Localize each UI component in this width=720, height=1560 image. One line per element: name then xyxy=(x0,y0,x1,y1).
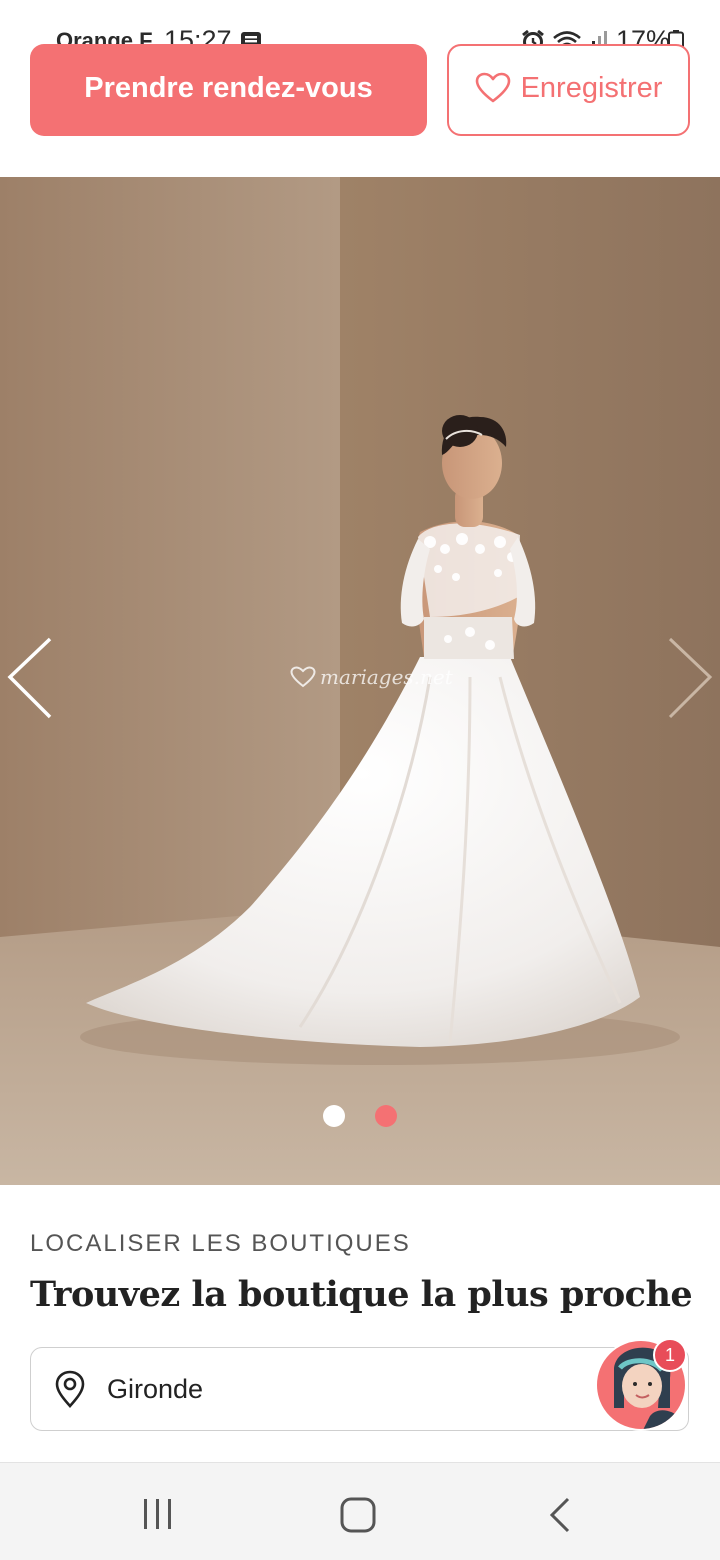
heart-icon xyxy=(475,72,510,103)
section-title: Trouvez la boutique la plus proche xyxy=(30,1274,693,1315)
heart-outline-icon xyxy=(290,666,316,688)
location-value: Gironde xyxy=(107,1373,204,1404)
back-icon[interactable] xyxy=(548,1497,572,1533)
book-appointment-button[interactable]: Prendre rendez-vous xyxy=(30,44,427,136)
location-search-field[interactable]: Gironde xyxy=(30,1347,689,1431)
carousel-dot[interactable] xyxy=(323,1105,345,1127)
chat-notification-badge: 1 xyxy=(653,1338,687,1372)
book-appointment-label: Prendre rendez-vous xyxy=(84,71,373,104)
watermark-text: mariages.net xyxy=(320,665,453,689)
watermark: mariages.net xyxy=(290,665,453,689)
carousel-pagination xyxy=(0,1105,720,1133)
next-slide-arrow-icon[interactable] xyxy=(660,629,720,729)
save-button[interactable]: Enregistrer xyxy=(447,44,690,136)
recent-apps-icon[interactable] xyxy=(140,1499,176,1529)
location-pin-icon xyxy=(55,1370,85,1408)
carousel-dot[interactable] xyxy=(375,1105,397,1127)
system-nav-bar xyxy=(0,1462,720,1560)
save-label: Enregistrer xyxy=(520,71,663,104)
home-icon[interactable] xyxy=(340,1497,376,1533)
previous-slide-arrow-icon[interactable] xyxy=(0,629,60,729)
section-eyebrow: LOCALISER LES BOUTIQUES xyxy=(30,1230,411,1257)
dress-photo-carousel[interactable]: mariages.net xyxy=(0,177,720,1185)
